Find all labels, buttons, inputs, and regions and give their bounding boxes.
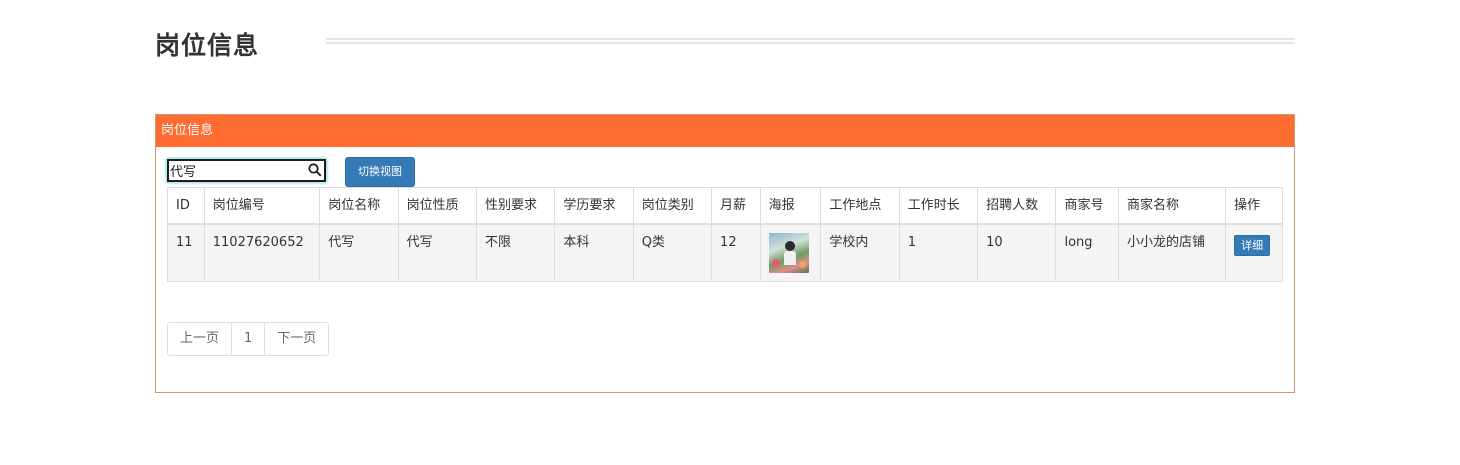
job-table: ID 岗位编号 岗位名称 岗位性质 性别要求 学历要求 岗位类别 月薪 海报 工… xyxy=(167,187,1283,282)
column-header-id: ID xyxy=(167,187,205,225)
column-header-job-code: 岗位编号 xyxy=(203,187,321,225)
cell-location: 学校内 xyxy=(820,223,900,282)
cell-job-nature: 代写 xyxy=(397,223,477,282)
cell-merchant-name: 小小龙的店铺 xyxy=(1118,223,1227,282)
column-header-poster: 海报 xyxy=(759,187,822,225)
column-header-action: 操作 xyxy=(1225,187,1283,225)
search-box[interactable] xyxy=(167,159,326,182)
page-number-1[interactable]: 1 xyxy=(231,323,264,355)
column-header-headcount: 招聘人数 xyxy=(977,187,1057,225)
column-header-duration: 工作时长 xyxy=(898,187,979,225)
next-page-button[interactable]: 下一页 xyxy=(264,323,328,355)
detail-button[interactable]: 详细 xyxy=(1234,235,1271,256)
column-header-gender: 性别要求 xyxy=(475,187,556,225)
cell-category: Q类 xyxy=(632,223,713,282)
column-header-location: 工作地点 xyxy=(820,187,900,225)
column-header-salary: 月薪 xyxy=(711,187,761,225)
cell-action: 详细 xyxy=(1225,223,1283,282)
cell-duration: 1 xyxy=(898,223,979,282)
search-icon[interactable] xyxy=(308,163,322,177)
column-header-job-nature: 岗位性质 xyxy=(397,187,477,225)
cell-headcount: 10 xyxy=(977,223,1057,282)
switch-view-button[interactable]: 切换视图 xyxy=(345,157,415,187)
column-header-merchant-no: 商家号 xyxy=(1055,187,1120,225)
cell-id: 11 xyxy=(167,223,205,282)
panel-header: 岗位信息 xyxy=(156,115,1294,147)
table-row: 11 11027620652 代写 代写 不限 本科 Q类 12 学校内 1 1… xyxy=(167,223,1283,282)
job-info-panel: 岗位信息 切换视图 ID 岗位编号 岗位名称 岗位性质 性别要求 学历要求 岗位… xyxy=(155,114,1295,393)
cell-gender: 不限 xyxy=(475,223,556,282)
column-header-category: 岗位类别 xyxy=(632,187,713,225)
cell-poster xyxy=(759,223,822,282)
cell-job-code: 11027620652 xyxy=(203,223,321,282)
column-header-merchant-name: 商家名称 xyxy=(1118,187,1227,225)
column-header-job-name: 岗位名称 xyxy=(319,187,399,225)
cell-salary: 12 xyxy=(711,223,761,282)
pagination: 上一页 1 下一页 xyxy=(167,322,330,356)
search-input[interactable] xyxy=(169,161,305,180)
prev-page-button[interactable]: 上一页 xyxy=(168,323,231,355)
cell-merchant-no: long xyxy=(1055,223,1120,282)
title-divider xyxy=(326,38,1295,44)
page-title: 岗位信息 xyxy=(155,31,260,60)
cell-education: 本科 xyxy=(554,223,634,282)
column-header-education: 学历要求 xyxy=(554,187,634,225)
cell-job-name: 代写 xyxy=(319,223,399,282)
poster-image xyxy=(768,233,809,273)
table-header-row: ID 岗位编号 岗位名称 岗位性质 性别要求 学历要求 岗位类别 月薪 海报 工… xyxy=(167,187,1283,225)
